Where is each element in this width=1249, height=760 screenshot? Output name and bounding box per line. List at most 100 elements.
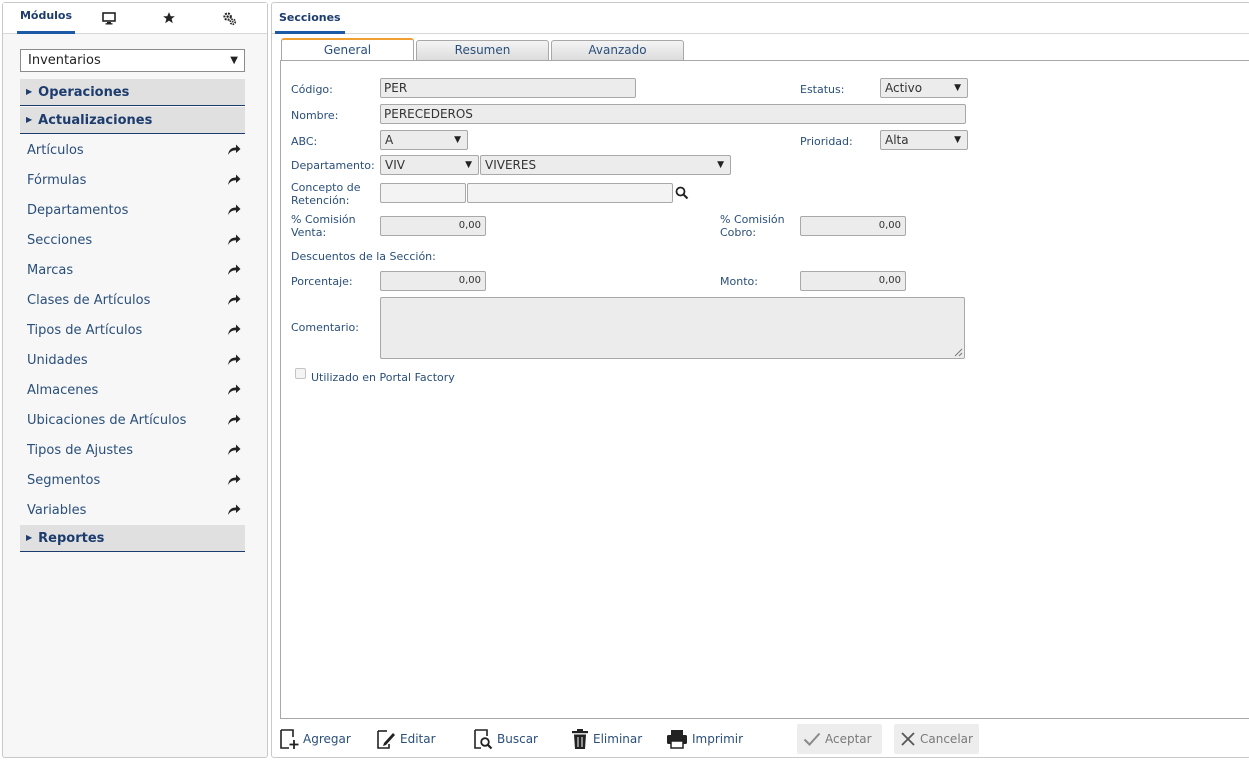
abc-select[interactable]: A ▼	[380, 130, 468, 150]
editar-label: Editar	[400, 732, 436, 746]
caret-right-icon: ▶	[26, 533, 33, 542]
caret-right-icon: ▶	[26, 87, 33, 96]
group-actualizaciones[interactable]: ▶ Actualizaciones	[20, 107, 245, 134]
search-document-icon	[474, 729, 493, 750]
tab-general[interactable]: General	[281, 38, 414, 61]
module-item-label: Ubicaciones de Artículos	[27, 413, 187, 428]
share-arrow-icon	[228, 264, 241, 275]
monto-label: Monto:	[720, 275, 758, 288]
imprimir-button[interactable]: Imprimir	[666, 724, 743, 754]
editar-button[interactable]: Editar	[376, 724, 436, 754]
module-item-label: Artículos	[27, 143, 84, 158]
share-arrow-icon	[228, 174, 241, 185]
resize-grip-icon[interactable]	[954, 348, 963, 357]
module-item-ubicaciones-articulos[interactable]: Ubicaciones de Artículos	[20, 406, 245, 436]
module-item-formulas[interactable]: Fórmulas	[20, 166, 245, 196]
departamento-name-select[interactable]: VIVERES ▼	[480, 155, 731, 175]
codigo-field[interactable]: PER	[380, 78, 636, 98]
module-item-clases-articulos[interactable]: Clases de Artículos	[20, 286, 245, 316]
tab-modulos[interactable]: Módulos	[17, 3, 75, 34]
monto-field[interactable]: 0,00	[800, 271, 906, 291]
portal-factory-checkbox[interactable]	[295, 368, 306, 379]
estatus-label: Estatus:	[800, 83, 845, 96]
chevron-down-icon: ▼	[465, 160, 472, 170]
printer-icon	[667, 730, 687, 749]
general-form: Código: PER Estatus: Activo ▼ Nombre: PE…	[280, 60, 1249, 719]
group-label: Operaciones	[38, 85, 130, 100]
share-arrow-icon	[228, 354, 241, 365]
module-item-almacenes[interactable]: Almacenes	[20, 376, 245, 406]
concepto-label-line2: Retención:	[291, 194, 350, 207]
caret-right-icon: ▶	[26, 115, 33, 124]
codigo-label: Código:	[291, 83, 333, 96]
comentario-textarea[interactable]	[380, 297, 965, 359]
module-item-label: Clases de Artículos	[27, 293, 151, 308]
module-item-tipos-articulos[interactable]: Tipos de Artículos	[20, 316, 245, 346]
module-item-variables[interactable]: Variables	[20, 496, 245, 526]
panel-header: Secciones	[272, 3, 1249, 34]
estatus-select[interactable]: Activo ▼	[880, 78, 968, 98]
module-item-marcas[interactable]: Marcas	[20, 256, 245, 286]
page-title[interactable]: Secciones	[275, 3, 345, 34]
cancelar-button[interactable]: Cancelar	[894, 724, 979, 754]
module-item-articulos[interactable]: Artículos	[20, 136, 245, 166]
share-arrow-icon	[228, 234, 241, 245]
chevron-down-icon: ▼	[230, 55, 238, 66]
secciones-panel: Secciones General Resumen Avanzado Códig…	[271, 2, 1249, 758]
close-icon	[901, 732, 915, 746]
share-arrow-icon	[228, 474, 241, 485]
comision-cobro-field[interactable]: 0,00	[800, 216, 906, 236]
trash-icon	[572, 729, 588, 749]
gears-icon	[222, 11, 236, 25]
share-arrow-icon	[228, 144, 241, 155]
module-item-secciones[interactable]: Secciones	[20, 226, 245, 256]
search-icon[interactable]	[675, 186, 689, 200]
module-item-label: Tipos de Artículos	[27, 323, 143, 338]
edit-icon	[377, 730, 395, 749]
agregar-button[interactable]: Agregar	[279, 724, 351, 754]
module-item-departamentos[interactable]: Departamentos	[20, 196, 245, 226]
comision-venta-label-line1: % Comisión	[291, 213, 356, 226]
module-item-label: Unidades	[27, 353, 88, 368]
module-item-segmentos[interactable]: Segmentos	[20, 466, 245, 496]
module-item-tipos-ajustes[interactable]: Tipos de Ajustes	[20, 436, 245, 466]
share-arrow-icon	[228, 444, 241, 455]
nombre-field[interactable]: PERECEDEROS	[380, 104, 966, 124]
tab-resumen[interactable]: Resumen	[416, 40, 549, 60]
departamento-name-value: VIVERES	[485, 158, 537, 172]
concepto-code-field[interactable]	[380, 183, 466, 203]
module-item-label: Secciones	[27, 233, 93, 248]
eliminar-button[interactable]: Eliminar	[571, 724, 642, 754]
chevron-down-icon: ▼	[454, 135, 461, 145]
comision-venta-field[interactable]: 0,00	[380, 216, 486, 236]
module-select[interactable]: Inventarios ▼	[20, 49, 245, 72]
tab-favorites[interactable]	[155, 3, 183, 33]
porcentaje-field[interactable]: 0,00	[380, 271, 486, 291]
departamento-label: Departamento:	[291, 159, 375, 172]
module-item-label: Almacenes	[27, 383, 99, 398]
comision-venta-label: % Comisión Venta:	[291, 213, 356, 239]
group-operaciones[interactable]: ▶ Operaciones	[20, 79, 245, 106]
tab-avanzado[interactable]: Avanzado	[551, 40, 684, 60]
imprimir-label: Imprimir	[692, 732, 744, 746]
aceptar-button[interactable]: Aceptar	[797, 724, 882, 754]
prioridad-select[interactable]: Alta ▼	[880, 130, 968, 150]
module-item-label: Segmentos	[27, 473, 101, 488]
tab-settings[interactable]	[215, 3, 243, 33]
abc-value: A	[385, 133, 394, 147]
concepto-label: Concepto de Retención:	[291, 181, 360, 207]
share-arrow-icon	[228, 204, 241, 215]
buscar-button[interactable]: Buscar	[473, 724, 538, 754]
aceptar-label: Aceptar	[825, 732, 872, 746]
monitor-icon	[102, 11, 116, 24]
buscar-label: Buscar	[497, 732, 538, 746]
tab-desktop[interactable]	[95, 3, 123, 33]
comentario-label: Comentario:	[291, 321, 359, 334]
abc-label: ABC:	[291, 135, 318, 148]
comision-cobro-label: % Comisión Cobro:	[720, 213, 785, 239]
departamento-code-select[interactable]: VIV ▼	[380, 155, 479, 175]
module-item-unidades[interactable]: Unidades	[20, 346, 245, 376]
descuentos-heading: Descuentos de la Sección:	[291, 250, 436, 263]
concepto-name-field[interactable]	[467, 183, 673, 203]
group-reportes[interactable]: ▶ Reportes	[20, 525, 245, 552]
